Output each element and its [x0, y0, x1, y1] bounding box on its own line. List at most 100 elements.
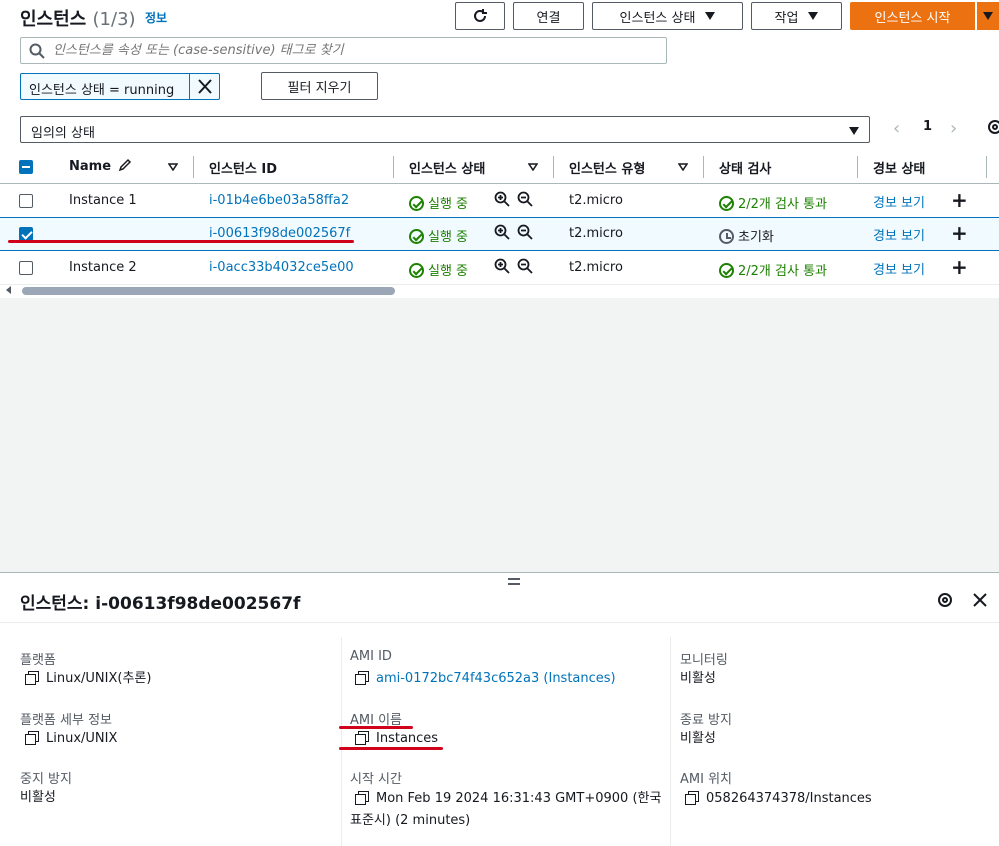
success-icon [409, 196, 424, 211]
split-panel-divider[interactable] [0, 572, 999, 573]
actions-dropdown[interactable]: 작업 [751, 2, 842, 30]
zoom-out-icon[interactable] [517, 224, 533, 240]
zoom-in-icon[interactable] [494, 258, 510, 274]
instance-type: t2.micro [569, 193, 623, 208]
select-all-checkbox[interactable] [19, 160, 33, 174]
row-checkbox[interactable] [19, 261, 33, 275]
column-header-alarm-status[interactable]: 경보 상태 [873, 158, 925, 177]
zoom-in-icon[interactable] [494, 191, 510, 207]
column-divider [553, 156, 554, 178]
platform-detail-value: Linux/UNIX [25, 728, 117, 750]
copy-icon[interactable] [25, 671, 39, 685]
clear-filters-button[interactable]: 필터 지우기 [261, 72, 378, 100]
column-header-name[interactable]: Name [69, 158, 132, 174]
caret-down-icon [808, 12, 819, 20]
sort-icon[interactable] [168, 163, 178, 171]
caret-down-icon [705, 12, 716, 20]
column-divider [703, 156, 704, 178]
filter-token: 인스턴스 상태 = running [20, 73, 220, 100]
column-divider [193, 156, 194, 178]
success-icon [719, 196, 734, 211]
add-alarm-icon[interactable]: + [951, 221, 968, 245]
clock-icon [719, 229, 734, 244]
next-page-button[interactable]: › [950, 118, 957, 139]
connect-label: 연결 [536, 10, 561, 26]
zoom-out-icon[interactable] [517, 258, 533, 274]
caret-down-icon [983, 12, 993, 20]
zoom-in-icon[interactable] [494, 224, 510, 240]
view-alarms-link[interactable]: 경보 보기 [873, 259, 925, 278]
table-header [0, 150, 999, 184]
table-row-selected[interactable]: i-00613f98de002567f 실행 중 t2.micro 초기화 경보… [0, 217, 999, 251]
view-alarms-link[interactable]: 경보 보기 [873, 192, 925, 211]
launch-instance-button[interactable]: 인스턴스 시작 [850, 2, 975, 30]
row-checkbox[interactable] [19, 227, 33, 241]
scrollbar-thumb[interactable] [22, 287, 395, 295]
instance-id-link[interactable]: i-00613f98de002567f [209, 226, 350, 241]
launch-time-label: 시작 시간 [350, 772, 402, 787]
instance-type: t2.micro [569, 226, 623, 241]
success-icon [409, 263, 424, 278]
table-row[interactable]: Instance 2 i-0acc33b4032ce5e00 실행 중 t2.m… [0, 251, 999, 285]
sort-icon[interactable] [528, 163, 538, 171]
connect-button[interactable]: 연결 [513, 2, 584, 30]
ami-location-value: 058264374378/Instances [685, 788, 872, 810]
state-select[interactable]: 임의의 상태 [20, 116, 870, 143]
drag-handle-icon[interactable] [508, 578, 520, 585]
gear-icon[interactable] [936, 591, 954, 609]
ami-location-label: AMI 위치 [680, 772, 732, 787]
column-divider [857, 156, 858, 178]
ami-location-value-text: 058264374378/Instances [706, 791, 872, 806]
table-empty-area [0, 298, 999, 573]
instance-name: Instance 2 [69, 260, 137, 275]
ami-id-label: AMI ID [350, 649, 392, 664]
close-icon[interactable] [972, 592, 988, 608]
ami-id-link[interactable]: ami-0172bc74f43c652a3 (Instances) [376, 671, 616, 686]
stop-protection-value: 비활성 [20, 790, 56, 805]
instance-state-label: 인스턴스 상태 [619, 10, 696, 26]
caret-down-icon [849, 127, 859, 135]
copy-icon[interactable] [355, 731, 369, 745]
page-title-text: 인스턴스 [20, 9, 87, 30]
row-checkbox[interactable] [19, 194, 33, 208]
selection-count: (1/3) [92, 9, 136, 30]
add-alarm-icon[interactable]: + [951, 188, 968, 212]
launch-time-value: Mon Feb 19 2024 16:31:43 GMT+0900 (한국 [355, 788, 661, 810]
info-link[interactable]: 정보 [145, 9, 167, 26]
copy-icon[interactable] [355, 791, 369, 805]
copy-icon[interactable] [355, 671, 369, 685]
view-alarms-link[interactable]: 경보 보기 [873, 225, 925, 244]
table-row[interactable]: Instance 1 i-01b4e6be03a58ffa2 실행 중 t2.m… [0, 184, 999, 218]
column-header-instance-state[interactable]: 인스턴스 상태 [409, 158, 485, 177]
stop-protection-label: 중지 방지 [20, 772, 72, 787]
status-check-text: 2/2개 검사 통과 [738, 264, 827, 279]
instance-state-text: 실행 중 [428, 264, 469, 279]
copy-icon[interactable] [25, 731, 39, 745]
termination-protection-label: 종료 방지 [680, 713, 732, 728]
instance-state-dropdown[interactable]: 인스턴스 상태 [592, 2, 743, 30]
column-header-instance-type[interactable]: 인스턴스 유형 [569, 158, 645, 177]
monitoring-value: 비활성 [680, 671, 716, 686]
column-header-instance-id[interactable]: 인스턴스 ID [209, 158, 277, 177]
launch-options-dropdown[interactable] [977, 2, 999, 30]
search-box[interactable] [20, 37, 667, 64]
prev-page-button[interactable]: ‹ [893, 118, 900, 139]
sort-icon[interactable] [678, 163, 688, 171]
detail-column-divider [670, 637, 671, 846]
search-input[interactable] [53, 41, 653, 60]
filter-token-text: 인스턴스 상태 = running [29, 83, 175, 98]
page-number[interactable]: 1 [923, 119, 932, 134]
instance-id-link[interactable]: i-01b4e6be03a58ffa2 [209, 193, 349, 208]
zoom-out-icon[interactable] [517, 191, 533, 207]
refresh-button[interactable] [455, 2, 505, 30]
horizontal-scrollbar[interactable] [0, 284, 999, 298]
add-alarm-icon[interactable]: + [951, 255, 968, 279]
copy-icon[interactable] [685, 791, 699, 805]
remove-filter-button[interactable] [190, 74, 220, 99]
gear-icon[interactable] [986, 118, 999, 136]
scroll-left-arrow[interactable] [6, 286, 11, 294]
launch-time-value-line2: 표준시) (2 minutes) [350, 813, 471, 828]
column-header-status-check[interactable]: 상태 검사 [719, 158, 771, 177]
instance-id-link[interactable]: i-0acc33b4032ce5e00 [209, 260, 354, 275]
column-divider [986, 156, 987, 178]
